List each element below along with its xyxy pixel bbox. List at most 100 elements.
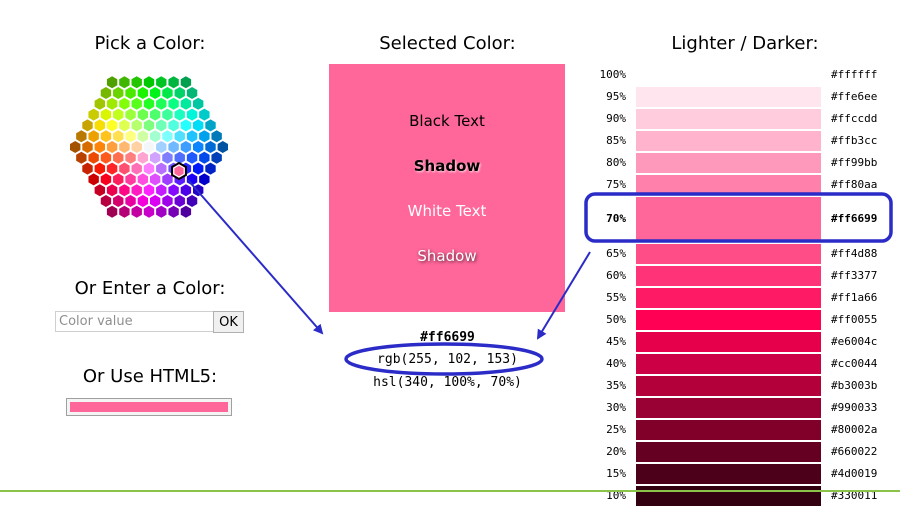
palette-hex-cell[interactable] [131, 141, 142, 153]
palette-hex-cell[interactable] [137, 87, 149, 99]
shade-row[interactable]: 80% #ff99bb [596, 152, 877, 174]
palette-hex-cell[interactable] [100, 87, 112, 99]
shade-row[interactable]: 60% #ff3377 [596, 265, 877, 287]
ok-button[interactable]: OK [213, 311, 244, 333]
shade-row[interactable]: 40% #cc0044 [596, 353, 877, 375]
palette-hex-cell[interactable] [149, 87, 161, 99]
palette-hex-cell[interactable] [211, 151, 222, 164]
palette-hex-cell[interactable] [76, 130, 87, 143]
palette-hex-cell[interactable] [180, 184, 192, 197]
shade-swatch[interactable] [636, 486, 821, 506]
color-value-input[interactable] [55, 311, 217, 332]
palette-hex-cell[interactable] [113, 195, 124, 207]
palette-hex-cell[interactable] [205, 162, 216, 175]
hexagon-color-palette[interactable] [49, 62, 249, 232]
palette-hex-cell[interactable] [143, 162, 155, 175]
palette-hex-cell[interactable] [88, 173, 99, 186]
palette-hex-cell[interactable] [131, 76, 142, 89]
shade-row[interactable]: 45% #e6004c [596, 331, 877, 353]
shade-swatch[interactable] [636, 464, 821, 484]
palette-hex-cell[interactable] [168, 76, 179, 89]
palette-hex-cell[interactable] [180, 119, 192, 132]
palette-hex-cell[interactable] [113, 108, 124, 121]
palette-hex-cell[interactable] [156, 205, 167, 218]
shade-swatch[interactable] [636, 65, 821, 85]
palette-hex-cell[interactable] [119, 205, 130, 218]
shade-swatch[interactable] [636, 398, 821, 418]
palette-hex-cell[interactable] [156, 76, 167, 89]
palette-hex-cell[interactable] [162, 87, 173, 99]
shade-swatch[interactable] [636, 376, 821, 396]
palette-hex-cell[interactable] [125, 151, 136, 164]
palette-hex-cell[interactable] [193, 119, 204, 132]
shade-row[interactable]: 90% #ffccdd [596, 108, 877, 130]
palette-hex-cell[interactable] [180, 141, 192, 153]
palette-hex-cell[interactable] [156, 141, 167, 153]
palette-hex-cell[interactable] [186, 87, 198, 99]
palette-hex-cell[interactable] [156, 184, 167, 197]
shade-row[interactable]: 15% #4d0019 [596, 463, 877, 485]
palette-hex-cell[interactable] [131, 184, 142, 197]
palette-hex-cell[interactable] [94, 119, 105, 132]
palette-hex-cell[interactable] [82, 162, 93, 175]
palette-hex-cell[interactable] [186, 108, 198, 121]
palette-hex-cell[interactable] [168, 205, 179, 218]
palette-hex-cell[interactable] [149, 130, 161, 143]
shade-swatch[interactable] [636, 442, 821, 462]
palette-hex-cell[interactable] [137, 130, 149, 143]
shade-swatch[interactable] [636, 420, 821, 440]
palette-hex-cell[interactable] [168, 184, 179, 197]
palette-hex-cell[interactable] [131, 119, 142, 132]
palette-hex-cell[interactable] [106, 76, 118, 89]
palette-hex-cell[interactable] [193, 162, 204, 175]
shade-swatch[interactable] [636, 244, 821, 264]
shade-swatch[interactable] [636, 266, 821, 286]
palette-hex-cell[interactable] [205, 141, 216, 153]
palette-hex-cell[interactable] [119, 97, 130, 110]
palette-hex-cell[interactable] [186, 130, 198, 143]
palette-hex-cell[interactable] [199, 130, 210, 143]
palette-hex-cell[interactable] [217, 141, 228, 153]
palette-hex-cell[interactable] [119, 119, 130, 132]
shade-row[interactable]: 50% #ff0055 [596, 309, 877, 331]
palette-hex-cell[interactable] [143, 119, 155, 132]
palette-hex-cell[interactable] [143, 76, 155, 89]
palette-hex-cell[interactable] [100, 130, 112, 143]
palette-hex-cell[interactable] [186, 195, 198, 207]
palette-hex-cell[interactable] [106, 162, 118, 175]
palette-hex-cell[interactable] [199, 108, 210, 121]
palette-hex-cell[interactable] [106, 141, 118, 153]
palette-hex-cell[interactable] [174, 87, 185, 99]
palette-hex-cell[interactable] [180, 205, 192, 218]
palette-hex-cell[interactable] [193, 97, 204, 110]
shade-row[interactable]: 95% #ffe6ee [596, 86, 877, 108]
shade-swatch[interactable] [636, 131, 821, 151]
shade-row[interactable]: 20% #660022 [596, 441, 877, 463]
palette-hex-cell[interactable] [82, 141, 93, 153]
shade-row[interactable]: 35% #b3003b [596, 375, 877, 397]
palette-hex-cell[interactable] [180, 76, 192, 89]
palette-hex-cell[interactable] [137, 173, 149, 186]
palette-hex-cell[interactable] [162, 130, 173, 143]
shade-row[interactable]: 30% #990033 [596, 397, 877, 419]
palette-hex-cell[interactable] [199, 151, 210, 164]
palette-hex-cell[interactable] [94, 162, 105, 175]
palette-hex-cell[interactable] [168, 141, 179, 153]
palette-hex-cell[interactable] [143, 184, 155, 197]
palette-hex-cell[interactable] [162, 195, 173, 207]
palette-hex-cell[interactable] [76, 151, 87, 164]
palette-hex-cell[interactable] [113, 173, 124, 186]
palette-hex-cell[interactable] [168, 119, 179, 132]
shade-row[interactable]: 55% #ff1a66 [596, 287, 877, 309]
palette-hex-cell[interactable] [199, 173, 210, 186]
palette-hex-cell[interactable] [131, 205, 142, 218]
shade-swatch[interactable] [636, 332, 821, 352]
palette-hex-cell[interactable] [186, 173, 198, 186]
palette-hex-cell[interactable] [174, 195, 185, 207]
shade-row[interactable]: 10% #330011 [596, 485, 877, 507]
palette-hex-cell[interactable] [113, 87, 124, 99]
palette-hex-cell[interactable] [137, 108, 149, 121]
palette-hex-cell[interactable] [94, 97, 105, 110]
palette-hex-cell[interactable] [94, 184, 105, 197]
palette-hex-cell[interactable] [186, 151, 198, 164]
